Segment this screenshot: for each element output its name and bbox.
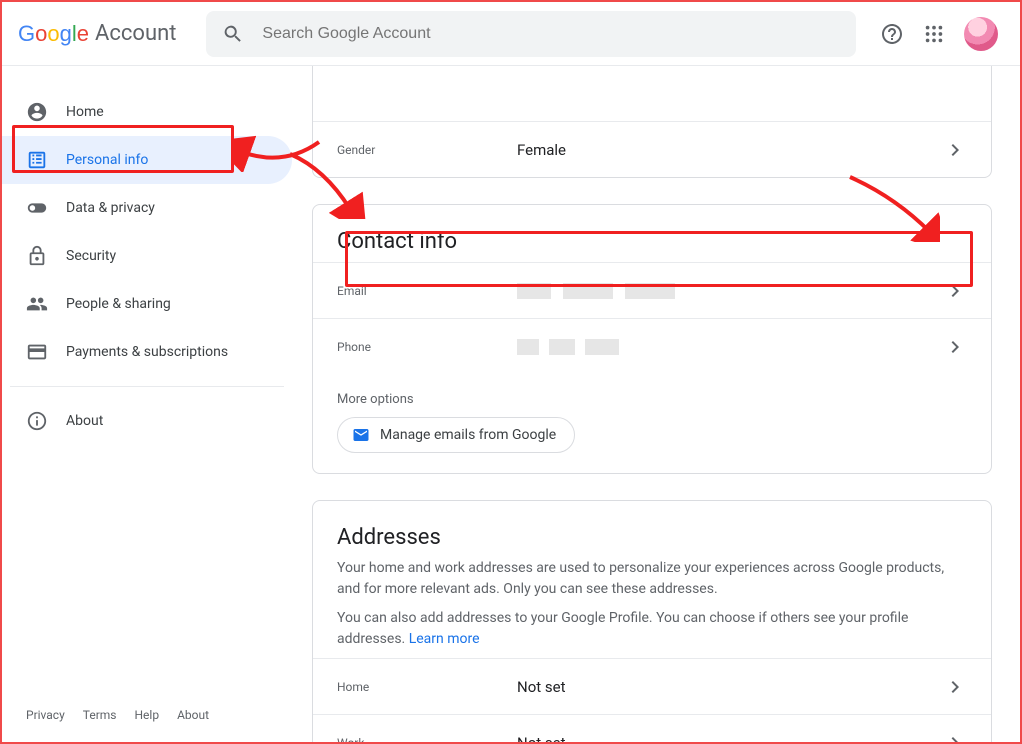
row-birthday-partial[interactable] — [313, 66, 991, 121]
sidebar-item-label: Home — [66, 104, 104, 120]
chevron-right-icon — [943, 731, 967, 743]
divider — [10, 386, 284, 387]
learn-more-link[interactable]: Learn more — [409, 631, 480, 647]
mail-icon — [352, 426, 370, 444]
sidebar-item-security[interactable]: Security — [2, 232, 292, 280]
footer-privacy[interactable]: Privacy — [26, 708, 65, 722]
sidebar-item-data-privacy[interactable]: Data & privacy — [2, 184, 292, 232]
sidebar-item-label: Personal info — [66, 152, 148, 168]
footer-terms[interactable]: Terms — [83, 708, 117, 722]
apps-icon[interactable] — [922, 22, 946, 46]
sidebar-item-label: Data & privacy — [66, 200, 155, 216]
product-name: Account — [95, 21, 176, 46]
sidebar-item-personal-info[interactable]: Personal info — [2, 136, 292, 184]
row-value: Female — [517, 141, 943, 159]
lock-icon — [26, 245, 48, 267]
basic-info-card: Gender Female — [312, 66, 992, 178]
sidebar-item-payments[interactable]: Payments & subscriptions — [2, 328, 292, 376]
search-input[interactable] — [260, 24, 840, 44]
chevron-right-icon — [943, 675, 967, 699]
addresses-card: Addresses Your home and work addresses a… — [312, 500, 992, 742]
sidebar-item-label: Security — [66, 248, 116, 264]
row-gender[interactable]: Gender Female — [313, 121, 991, 177]
contact-info-card: Contact info Email Phone More options — [312, 204, 992, 474]
row-value: Not set — [517, 734, 943, 743]
row-label: Phone — [337, 340, 517, 354]
search-bar[interactable] — [206, 11, 856, 57]
chevron-right-icon — [943, 138, 967, 162]
footer-help[interactable]: Help — [135, 708, 160, 722]
info-icon — [26, 410, 48, 432]
footer-about[interactable]: About — [177, 708, 209, 722]
more-options-label: More options — [313, 374, 991, 417]
sidebar-item-label: People & sharing — [66, 296, 171, 312]
logo[interactable]: Google Account — [18, 21, 176, 47]
section-title: Contact info — [313, 205, 991, 262]
row-label: Gender — [337, 143, 517, 157]
section-title: Addresses — [313, 501, 991, 558]
help-icon[interactable] — [880, 22, 904, 46]
account-icon — [26, 101, 48, 123]
redacted-value — [517, 283, 943, 299]
addresses-desc1: Your home and work addresses are used to… — [313, 558, 991, 608]
toggle-icon — [26, 197, 48, 219]
sidebar-item-about[interactable]: About — [2, 397, 292, 445]
search-icon — [222, 23, 244, 45]
addresses-desc2: You can also add addresses to your Googl… — [313, 608, 991, 658]
row-home-address[interactable]: Home Not set — [313, 658, 991, 714]
row-label: Email — [337, 284, 517, 298]
chip-label: Manage emails from Google — [380, 427, 556, 443]
people-icon — [26, 293, 48, 315]
main-content: Gender Female Contact info Email Phone — [292, 66, 1020, 742]
avatar[interactable] — [964, 17, 998, 51]
footer-links: Privacy Terms Help About — [2, 688, 292, 742]
row-work-address[interactable]: Work Not set — [313, 714, 991, 742]
chevron-right-icon — [943, 335, 967, 359]
sidebar-item-people-sharing[interactable]: People & sharing — [2, 280, 292, 328]
chevron-right-icon — [943, 279, 967, 303]
row-email[interactable]: Email — [313, 262, 991, 318]
manage-emails-button[interactable]: Manage emails from Google — [337, 417, 575, 453]
google-logo-icon: Google — [18, 21, 89, 47]
redacted-value — [517, 339, 943, 355]
id-card-icon — [26, 149, 48, 171]
row-label: Work — [337, 736, 517, 743]
card-icon — [26, 341, 48, 363]
sidebar: Home Personal info Data & privacy Securi… — [2, 66, 292, 742]
row-label: Home — [337, 680, 517, 694]
row-value: Not set — [517, 678, 943, 696]
sidebar-item-label: About — [66, 413, 103, 429]
sidebar-item-label: Payments & subscriptions — [66, 344, 228, 360]
sidebar-item-home[interactable]: Home — [2, 88, 292, 136]
header: Google Account — [2, 2, 1020, 66]
row-phone[interactable]: Phone — [313, 318, 991, 374]
